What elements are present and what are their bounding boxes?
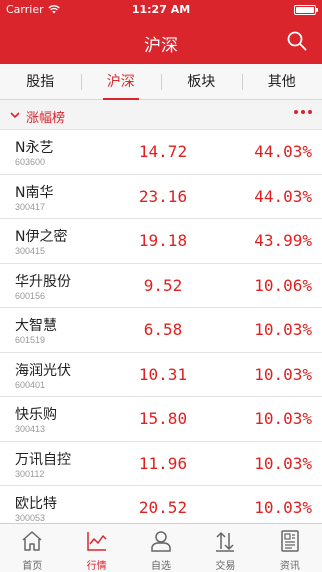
stock-name: 欧比特	[15, 496, 57, 512]
stock-code: 603600	[15, 157, 46, 167]
tab-sector[interactable]: 板块	[161, 64, 242, 100]
gainers-section-header[interactable]: 涨幅榜	[0, 100, 322, 130]
home-icon	[22, 531, 42, 551]
stock-price: 11.96	[138, 453, 188, 473]
tabbar-label: 资讯	[279, 561, 300, 572]
tabbar-market[interactable]: 行情	[64, 524, 128, 572]
status-bar: Carrier 11:27 AM	[0, 0, 322, 20]
tabbar-label: 首页	[22, 561, 43, 572]
table-row[interactable]: 海润光伏 600401 10.31 10.03%	[0, 352, 322, 397]
tab-index[interactable]: 股指	[0, 64, 81, 100]
battery-icon	[294, 5, 318, 15]
stock-name: 华升股份	[15, 273, 71, 290]
stock-code: 300417	[15, 201, 46, 212]
tabbar-trade[interactable]: 交易	[193, 524, 257, 572]
market-tabs: 股指 沪深 板块 其他	[0, 64, 322, 100]
stock-change: 10.06%	[254, 275, 312, 295]
stock-code: 300053	[15, 513, 46, 523]
stock-code: 300112	[15, 468, 45, 479]
stock-change: 10.03%	[254, 364, 312, 384]
chevron-down-icon[interactable]	[9, 109, 21, 121]
stock-code: 300413	[15, 424, 46, 434]
tabbar-watchlist[interactable]: 自选	[129, 524, 193, 572]
tabbar-label: 交易	[215, 561, 236, 572]
stock-change: 10.03%	[254, 498, 312, 517]
stock-name: 海润光伏	[15, 362, 71, 379]
stock-change: 43.99%	[254, 231, 312, 250]
nav-bar: 沪深	[0, 20, 322, 64]
page-title: 沪深	[144, 36, 178, 56]
stock-name: N永艺	[15, 140, 54, 156]
stock-price: 23.16	[138, 186, 188, 206]
stock-price: 15.80	[138, 409, 188, 428]
stock-list: N永艺 603600 14.72 44.03% N南华 300417 23.16…	[0, 130, 322, 531]
stock-code: 600156	[15, 290, 46, 301]
trade-arrows-icon	[216, 532, 235, 552]
stock-price: 6.58	[143, 320, 183, 339]
tabbar-news[interactable]: 资讯	[258, 524, 322, 572]
section-title: 涨幅榜	[26, 111, 66, 126]
table-row[interactable]: N伊之密 300415 19.18 43.99%	[0, 219, 322, 264]
stock-name: 快乐购	[15, 407, 57, 423]
stock-price: 14.72	[138, 142, 188, 161]
tab-other[interactable]: 其他	[241, 64, 322, 100]
stock-name: N南华	[15, 184, 54, 201]
person-icon	[151, 531, 171, 552]
stock-name: 大智慧	[15, 318, 57, 334]
market-chart-icon	[86, 532, 107, 551]
stock-code: 600401	[15, 379, 46, 390]
table-row[interactable]: 快乐购 300413 15.80 10.03%	[0, 397, 322, 442]
stock-change: 44.03%	[254, 142, 312, 161]
tab-shanghai-shenzhen[interactable]: 沪深	[80, 64, 162, 100]
stock-name: N伊之密	[15, 229, 68, 245]
status-time: 11:27 AM	[131, 3, 191, 16]
stock-price: 10.31	[138, 364, 188, 384]
stock-name: 万讯自控	[15, 451, 71, 468]
stock-code: 300415	[15, 246, 46, 256]
tabbar-home[interactable]: 首页	[0, 524, 64, 572]
stock-change: 10.03%	[254, 409, 312, 428]
table-row[interactable]: N永艺 603600 14.72 44.03%	[0, 130, 322, 175]
table-row[interactable]: N南华 300417 23.16 44.03%	[0, 174, 322, 219]
stock-price: 20.52	[138, 498, 188, 517]
tabbar-label: 行情	[86, 561, 107, 572]
table-row[interactable]: 华升股份 600156 9.52 10.06%	[0, 263, 322, 308]
more-dots-icon[interactable]	[294, 110, 312, 114]
news-icon	[281, 530, 299, 552]
table-row[interactable]: 大智慧 601519 6.58 10.03%	[0, 308, 322, 353]
stock-price: 9.52	[143, 275, 183, 295]
stock-change: 10.03%	[254, 453, 312, 473]
stock-change: 10.03%	[254, 320, 312, 339]
table-row[interactable]: 万讯自控 300112 11.96 10.03%	[0, 441, 322, 486]
stock-change: 44.03%	[254, 186, 312, 206]
stock-price: 19.18	[138, 231, 188, 250]
search-icon[interactable]	[286, 30, 308, 52]
bottom-tab-bar: 首页 行情 自选 交易 资讯	[0, 523, 322, 572]
tabbar-label: 自选	[151, 561, 172, 572]
stock-code: 601519	[15, 335, 46, 345]
